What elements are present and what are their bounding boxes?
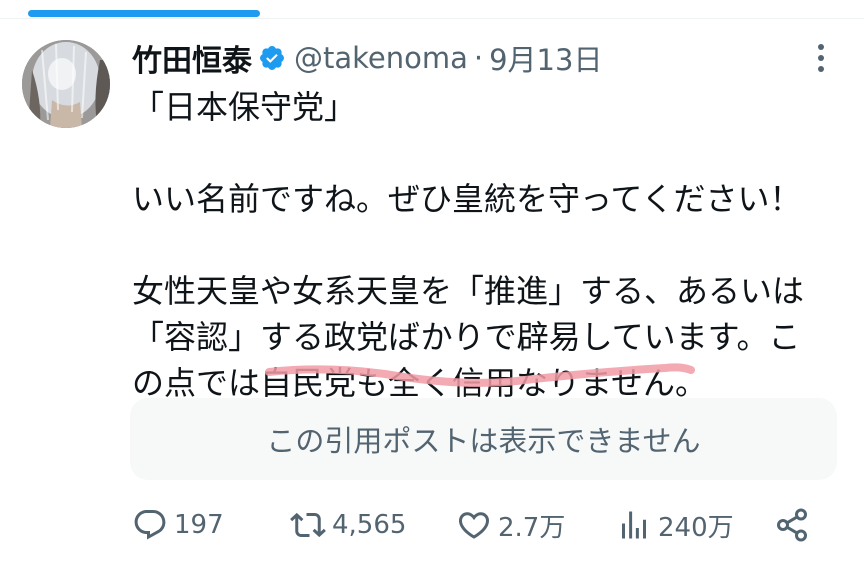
repost-count: 4,565 <box>332 510 407 540</box>
views-icon <box>622 511 646 539</box>
share-button[interactable] <box>774 500 816 550</box>
tweet-blank-line <box>132 130 842 176</box>
user-handle[interactable]: @takenoma <box>294 41 468 75</box>
like-count: 2.7万 <box>498 512 566 543</box>
views-button[interactable]: 240万 <box>616 500 734 550</box>
separator-dot: · <box>473 41 484 75</box>
share-icon <box>777 508 807 542</box>
like-icon <box>458 512 490 539</box>
avatar[interactable] <box>22 40 110 128</box>
tweet-blank-line <box>132 222 842 268</box>
tweet-line: 「日本保守党」 <box>132 88 357 126</box>
avatar-image <box>22 40 110 128</box>
tweet-line: 「容認」する政党ばかりで辟易しています。こ <box>132 318 801 356</box>
quote-unavailable-box[interactable]: この引用ポストは表示できません <box>130 398 837 480</box>
top-divider <box>0 18 864 19</box>
views-count: 240万 <box>658 512 734 543</box>
scroll-progress-bar <box>28 10 260 17</box>
repost-button[interactable]: 4,565 <box>290 500 406 550</box>
reply-button[interactable]: 197 <box>132 500 224 550</box>
quote-unavailable-text: この引用ポストは表示できません <box>266 424 701 458</box>
tweet-line: いい名前ですね。ぜひ皇統を守ってください！ <box>132 180 802 218</box>
more-button[interactable] <box>806 38 836 78</box>
reply-count: 197 <box>174 510 224 540</box>
reply-icon <box>134 510 166 540</box>
like-button[interactable]: 2.7万 <box>456 500 565 550</box>
action-bar: 197 4,565 2.7万 240万 <box>130 500 830 550</box>
more-icon <box>818 44 824 72</box>
tweet-text: 「日本保守党」 いい名前ですね。ぜひ皇統を守ってください！ 女性天皇や女系天皇を… <box>132 84 842 406</box>
tweet-header: 竹田恒泰 @takenoma · 9月13日 <box>132 36 602 80</box>
repost-icon <box>290 512 326 538</box>
tweet-line: 女性天皇や女系天皇を「推進」する、あるいは <box>132 272 805 310</box>
verified-badge-icon <box>258 44 286 72</box>
post-date[interactable]: 9月13日 <box>489 37 602 79</box>
display-name[interactable]: 竹田恒泰 <box>132 36 252 80</box>
